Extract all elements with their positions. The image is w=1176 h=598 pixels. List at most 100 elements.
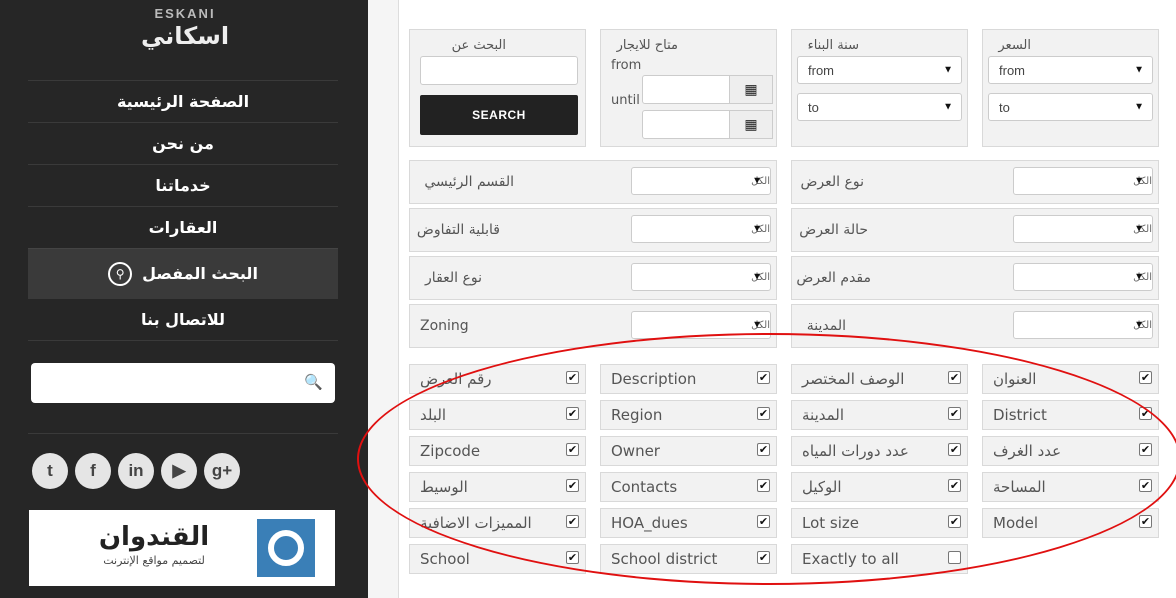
nav-item-about[interactable]: من نحن xyxy=(28,122,338,164)
checkbox-checked[interactable]: ✔ xyxy=(566,407,579,420)
sidebar-search-input[interactable]: 🔍 xyxy=(31,363,335,403)
year-from-select[interactable]: from ▼ xyxy=(797,56,962,84)
checkbox-checked[interactable]: ✔ xyxy=(566,515,579,528)
youtube-icon[interactable]: ▶ xyxy=(161,453,197,489)
checkbox-label: Zipcode xyxy=(420,442,481,460)
nav-item-contact[interactable]: للاتصال بنا xyxy=(28,298,338,340)
nav-label: من نحن xyxy=(152,134,214,153)
price-from-select[interactable]: from ▼ xyxy=(988,56,1153,84)
checkbox-item: الوكيل ✔ xyxy=(791,472,968,502)
nav-label: خدماتنا xyxy=(155,176,211,195)
filter-select[interactable]: الكل ▼ xyxy=(631,263,771,291)
until-label: until xyxy=(611,93,640,108)
checkbox-checked[interactable]: ✔ xyxy=(948,407,961,420)
checkbox-label: المميزات الاضافية xyxy=(420,514,532,532)
checkbox-checked[interactable]: ✔ xyxy=(948,371,961,384)
filter-select[interactable]: الكل ▼ xyxy=(1013,167,1153,195)
calendar-icon[interactable]: ▦ xyxy=(729,75,773,104)
logo-latin: ESKANI xyxy=(154,6,216,21)
nav-item-advanced-search[interactable]: البحث المفصل ⚲ xyxy=(28,248,338,298)
keyword-input[interactable] xyxy=(420,56,578,85)
checkbox-checked[interactable]: ✔ xyxy=(757,515,770,528)
banner-text: القندوان لتصميم مواقع الإنترنت xyxy=(59,522,249,567)
chevron-down-icon: ▼ xyxy=(752,223,762,235)
checkbox-item: البلد ✔ xyxy=(409,400,586,430)
google-plus-icon[interactable]: g+ xyxy=(204,453,240,489)
checkbox-label: البلد xyxy=(420,406,447,424)
facebook-icon[interactable]: f xyxy=(75,453,111,489)
checkbox-item: Model ✔ xyxy=(982,508,1159,538)
filter-label: حالة العرض xyxy=(799,222,868,238)
checkbox-label: School district xyxy=(611,550,718,568)
checkbox-item: العنوان ✔ xyxy=(982,364,1159,394)
main-nav: الصفحة الرئيسية من نحن خدماتنا العقارات … xyxy=(28,80,338,341)
filter-select[interactable]: الكل ▼ xyxy=(1013,215,1153,243)
filter-select[interactable]: الكل ▼ xyxy=(631,167,771,195)
chevron-down-icon: ▼ xyxy=(752,175,762,187)
checkbox-item: الوسيط ✔ xyxy=(409,472,586,502)
nav-label: الصفحة الرئيسية xyxy=(116,92,250,111)
checkbox-item: HOA_dues ✔ xyxy=(600,508,777,538)
chevron-down-icon: ▼ xyxy=(943,64,953,76)
social-links: t f in ▶ g+ xyxy=(32,453,240,489)
checkbox-checked[interactable]: ✔ xyxy=(757,371,770,384)
chevron-down-icon: ▼ xyxy=(1134,271,1144,283)
checkbox-checked[interactable]: ✔ xyxy=(566,443,579,456)
year-built-box: سنة البناء from ▼ to ▼ xyxy=(791,29,968,147)
checkbox-label: District xyxy=(993,406,1047,424)
checkbox-item: المدينة ✔ xyxy=(791,400,968,430)
checkbox-label: Owner xyxy=(611,442,660,460)
checkbox-checked[interactable]: ✔ xyxy=(948,515,961,528)
checkbox-checked[interactable]: ✔ xyxy=(1139,407,1152,420)
checkbox-item: المميزات الاضافية ✔ xyxy=(409,508,586,538)
checkbox-checked[interactable]: ✔ xyxy=(948,443,961,456)
availability-box: متاح للايجار from until ▦ ▦ xyxy=(600,29,777,147)
filter-select[interactable]: الكل ▼ xyxy=(1013,263,1153,291)
filter-label: القسم الرئيسي xyxy=(424,174,514,190)
search-icon[interactable]: 🔍 xyxy=(304,373,323,391)
filter-select[interactable]: الكل ▼ xyxy=(631,311,771,339)
checkbox-label: الوصف المختصر xyxy=(802,370,905,388)
checkbox-checked[interactable]: ✔ xyxy=(757,443,770,456)
year-to-select[interactable]: to ▼ xyxy=(797,93,962,121)
filter-select[interactable]: الكل ▼ xyxy=(1013,311,1153,339)
checkbox-unchecked[interactable] xyxy=(948,551,961,564)
filter-row: القسم الرئيسي الكل ▼ xyxy=(409,160,777,204)
banner-logo-icon xyxy=(257,519,315,577)
nav-label: العقارات xyxy=(148,218,218,237)
search-icon: ⚲ xyxy=(108,261,133,286)
checkbox-checked[interactable]: ✔ xyxy=(1139,443,1152,456)
checkbox-checked[interactable]: ✔ xyxy=(1139,515,1152,528)
search-button[interactable]: SEARCH xyxy=(420,95,578,135)
checkbox-item: المساحة ✔ xyxy=(982,472,1159,502)
site-logo[interactable]: ESKANI اسكاني xyxy=(130,6,240,49)
checkbox-label: Lot size xyxy=(802,514,860,532)
price-to-select[interactable]: to ▼ xyxy=(988,93,1153,121)
checkbox-checked[interactable]: ✔ xyxy=(566,371,579,384)
checkbox-checked[interactable]: ✔ xyxy=(1139,371,1152,384)
checkbox-item: عدد دورات المياه ✔ xyxy=(791,436,968,466)
date-from-input[interactable] xyxy=(642,75,730,104)
checkbox-checked[interactable]: ✔ xyxy=(757,407,770,420)
checkbox-checked[interactable]: ✔ xyxy=(948,479,961,492)
checkbox-checked[interactable]: ✔ xyxy=(566,479,579,492)
nav-item-home[interactable]: الصفحة الرئيسية xyxy=(28,80,338,122)
year-built-label: سنة البناء xyxy=(807,38,859,53)
chevron-down-icon: ▼ xyxy=(752,319,762,331)
sponsor-banner[interactable]: القندوان لتصميم مواقع الإنترنت xyxy=(29,510,335,586)
date-until-input[interactable] xyxy=(642,110,730,139)
linkedin-icon[interactable]: in xyxy=(118,453,154,489)
checkbox-checked[interactable]: ✔ xyxy=(1139,479,1152,492)
nav-item-properties[interactable]: العقارات xyxy=(28,206,338,248)
nav-item-services[interactable]: خدماتنا xyxy=(28,164,338,206)
calendar-icon[interactable]: ▦ xyxy=(729,110,773,139)
chevron-down-icon: ▼ xyxy=(1134,223,1144,235)
chevron-down-icon: ▼ xyxy=(1134,175,1144,187)
filter-label: نوع العرض xyxy=(800,174,865,190)
checkbox-checked[interactable]: ✔ xyxy=(566,551,579,564)
checkbox-checked[interactable]: ✔ xyxy=(757,479,770,492)
nav-label: للاتصال بنا xyxy=(141,310,225,329)
twitter-icon[interactable]: t xyxy=(32,453,68,489)
checkbox-checked[interactable]: ✔ xyxy=(757,551,770,564)
filter-select[interactable]: الكل ▼ xyxy=(631,215,771,243)
